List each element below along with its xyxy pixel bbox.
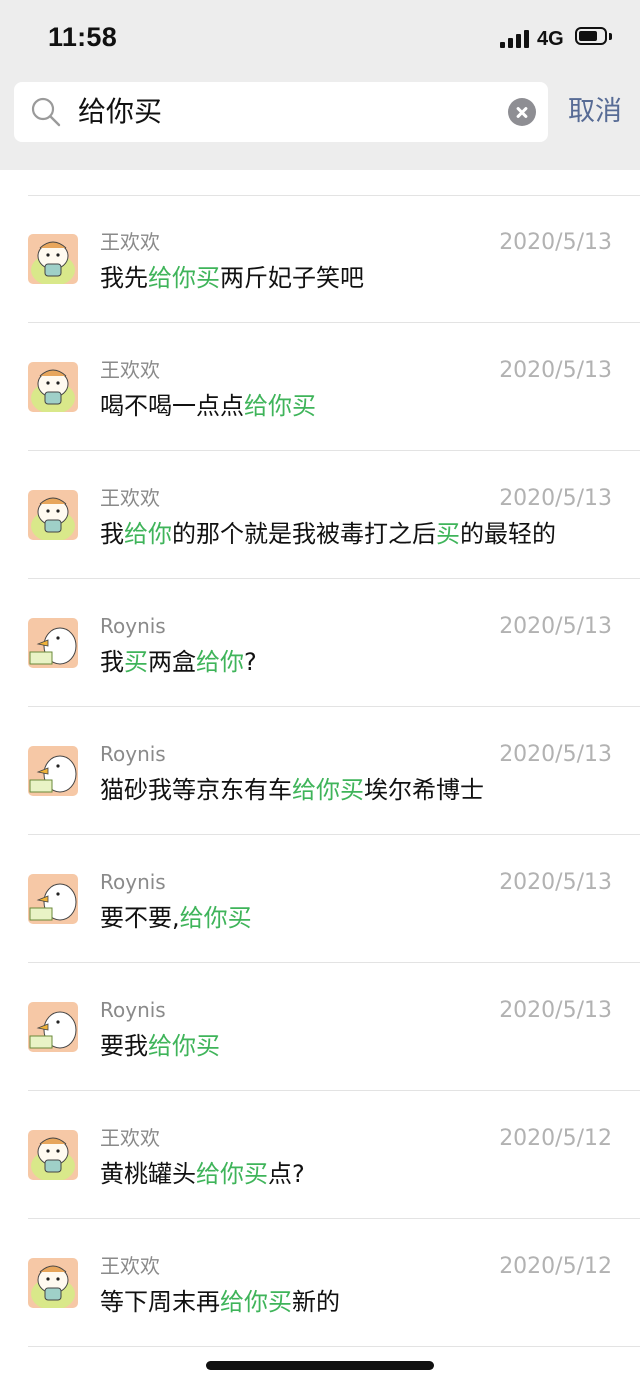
sender-name: Roynis <box>100 742 166 766</box>
clear-icon[interactable] <box>508 98 536 126</box>
message-text: 我给你的那个就是我被毒打之后买的最轻的 <box>100 517 556 551</box>
highlighted-keyword: 给你买 <box>220 1288 292 1316</box>
sender-name: Roynis <box>100 870 166 894</box>
hamster-avatar <box>28 362 78 412</box>
search-results-list: 王欢欢 2020/5/13 我先给你买两斤妃子笑吧 王欢欢 2020/5/13 喝不喝一点… <box>0 195 640 1347</box>
status-time: 11:58 <box>48 22 118 52</box>
message-text-segment: 点? <box>268 1160 305 1188</box>
search-result-item[interactable]: 王欢欢 2020/5/13 我先给你买两斤妃子笑吧 <box>0 195 640 323</box>
message-text: 猫砂我等京东有车给你买埃尔希博士 <box>100 773 484 807</box>
network-type: 4G <box>537 28 564 50</box>
signal-icon <box>500 28 530 48</box>
message-date: 2020/5/12 <box>499 1126 612 1151</box>
highlighted-keyword: 给你买 <box>292 776 364 804</box>
sender-name: Roynis <box>100 614 166 638</box>
message-text-segment: 要我 <box>100 1032 148 1060</box>
hamster-avatar <box>28 1258 78 1308</box>
sender-name: Roynis <box>100 998 166 1022</box>
search-header: 11:58 4G 给你买 取消 <box>0 0 640 170</box>
highlighted-keyword: 给你买 <box>244 392 316 420</box>
message-text-segment: 我 <box>100 520 124 548</box>
highlighted-keyword: 给你买 <box>148 264 220 292</box>
battery-icon <box>575 27 615 49</box>
search-input[interactable]: 给你买 <box>78 94 162 130</box>
message-text-segment: 两斤妃子笑吧 <box>220 264 364 292</box>
search-result-item[interactable]: Roynis 2020/5/13 猫砂我等京东有车给你买埃尔希博士 <box>0 707 640 835</box>
message-date: 2020/5/13 <box>499 998 612 1023</box>
search-result-item[interactable]: Roynis 2020/5/13 要我给你买 <box>0 963 640 1091</box>
highlighted-keyword: 给你买 <box>148 1032 220 1060</box>
message-text: 要我给你买 <box>100 1029 220 1063</box>
divider <box>28 1346 640 1347</box>
message-text: 喝不喝一点点给你买 <box>100 389 316 423</box>
message-text: 我先给你买两斤妃子笑吧 <box>100 261 364 295</box>
message-text-segment: 新的 <box>292 1288 340 1316</box>
message-text: 等下周末再给你买新的 <box>100 1285 340 1319</box>
highlighted-keyword: 给你买 <box>196 1160 268 1188</box>
hamster-avatar <box>28 1130 78 1180</box>
duck-avatar <box>28 746 78 796</box>
message-text: 黄桃罐头给你买点? <box>100 1157 305 1191</box>
home-indicator <box>206 1361 434 1370</box>
message-text-segment: 黄桃罐头 <box>100 1160 196 1188</box>
sender-name: 王欢欢 <box>100 1254 160 1278</box>
message-date: 2020/5/13 <box>499 230 612 255</box>
message-text-segment: 我 <box>100 648 124 676</box>
highlighted-keyword: 买 <box>436 520 460 548</box>
message-text-segment: ? <box>244 648 257 676</box>
message-date: 2020/5/13 <box>499 358 612 383</box>
message-text-segment: 的那个就是我被毒打之后 <box>172 520 436 548</box>
sender-name: 王欢欢 <box>100 486 160 510</box>
message-text-segment: 两盒 <box>148 648 196 676</box>
message-text-segment: 要不要, <box>100 904 180 932</box>
sender-name: 王欢欢 <box>100 1126 160 1150</box>
message-text-segment: 喝不喝一点点 <box>100 392 244 420</box>
highlighted-keyword: 买 <box>124 648 148 676</box>
search-result-item[interactable]: 王欢欢 2020/5/12 等下周末再给你买新的 <box>0 1219 640 1347</box>
search-result-item[interactable]: 王欢欢 2020/5/12 黄桃罐头给你买点? <box>0 1091 640 1219</box>
sender-name: 王欢欢 <box>100 230 160 254</box>
hamster-avatar <box>28 234 78 284</box>
message-date: 2020/5/13 <box>499 870 612 895</box>
search-box[interactable]: 给你买 <box>14 82 548 142</box>
message-text-segment: 的最轻的 <box>460 520 556 548</box>
message-text-segment: 等下周末再 <box>100 1288 220 1316</box>
status-bar: 11:58 4G <box>0 0 640 78</box>
message-date: 2020/5/13 <box>499 742 612 767</box>
highlighted-keyword: 给你买 <box>179 904 252 932</box>
duck-avatar <box>28 874 78 924</box>
search-result-item[interactable]: Roynis 2020/5/13 我买两盒给你? <box>0 579 640 707</box>
message-date: 2020/5/12 <box>499 1254 612 1279</box>
search-result-item[interactable]: 王欢欢 2020/5/13 喝不喝一点点给你买 <box>0 323 640 451</box>
message-date: 2020/5/13 <box>499 614 612 639</box>
highlighted-keyword: 给你 <box>196 648 244 676</box>
search-result-item[interactable]: Roynis 2020/5/13 要不要,给你买 <box>0 835 640 963</box>
duck-avatar <box>28 1002 78 1052</box>
highlighted-keyword: 给你 <box>124 520 172 548</box>
message-text: 我买两盒给你? <box>100 645 257 679</box>
message-date: 2020/5/13 <box>499 486 612 511</box>
cancel-button[interactable]: 取消 <box>568 94 622 130</box>
duck-avatar <box>28 618 78 668</box>
hamster-avatar <box>28 490 78 540</box>
search-icon <box>31 97 61 127</box>
message-text-segment: 猫砂我等京东有车 <box>100 776 292 804</box>
message-text: 要不要,给你买 <box>100 901 252 935</box>
message-text-segment: 埃尔希博士 <box>364 776 484 804</box>
message-text-segment: 我先 <box>100 264 148 292</box>
sender-name: 王欢欢 <box>100 358 160 382</box>
search-result-item[interactable]: 王欢欢 2020/5/13 我给你的那个就是我被毒打之后买的最轻的 <box>0 451 640 579</box>
